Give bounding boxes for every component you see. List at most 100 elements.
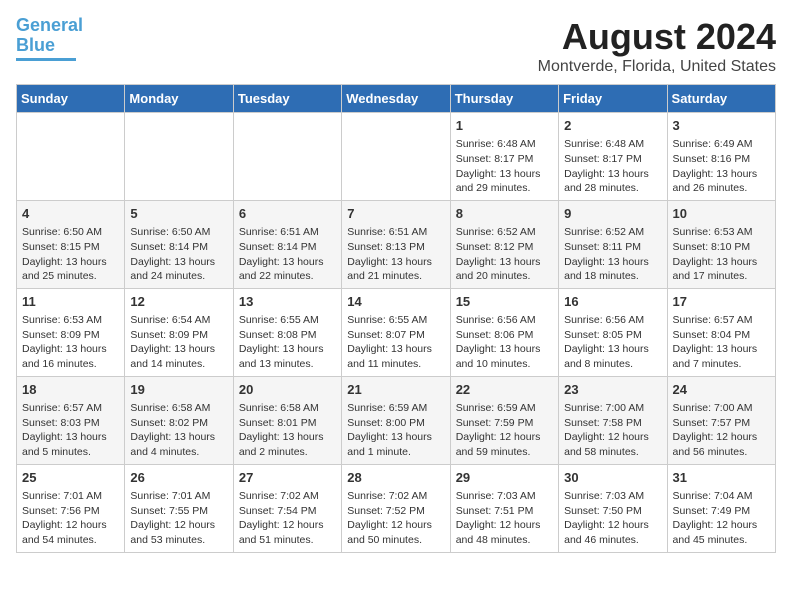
col-header-friday: Friday (559, 85, 667, 113)
day-info: Daylight: 12 hours (564, 430, 661, 445)
day-headers-row: SundayMondayTuesdayWednesdayThursdayFrid… (17, 85, 776, 113)
day-info: Sunset: 8:05 PM (564, 328, 661, 343)
week-row-4: 18 Sunrise: 6:57 AMSunset: 8:03 PM Dayligh… (17, 376, 776, 464)
day-info: Sunrise: 6:58 AM (239, 401, 336, 416)
day-info: Daylight: 13 hours (22, 255, 119, 270)
day-info: and 59 minutes. (456, 445, 553, 460)
col-header-saturday: Saturday (667, 85, 775, 113)
day-number: 11 (22, 293, 119, 311)
day-info: Sunrise: 6:49 AM (673, 137, 770, 152)
day-info: Sunrise: 6:56 AM (564, 313, 661, 328)
calendar-cell: 9Sunrise: 6:52 AMSunset: 8:11 PMDaylight… (559, 200, 667, 288)
logo-underline (16, 58, 76, 61)
day-info: and 56 minutes. (673, 445, 770, 460)
day-info: and 45 minutes. (673, 533, 770, 548)
day-info: Sunset: 8:03 PM (22, 416, 119, 431)
calendar-cell: 28Sunrise: 7:02 AMSunset: 7:52 PMDayligh… (342, 464, 450, 552)
day-number: 7 (347, 205, 444, 223)
day-info: Daylight: 13 hours (239, 255, 336, 270)
day-info: and 10 minutes. (456, 357, 553, 372)
day-info: and 2 minutes. (239, 445, 336, 460)
day-number: 23 (564, 381, 661, 399)
day-info: and 5 minutes. (22, 445, 119, 460)
day-info: and 8 minutes. (564, 357, 661, 372)
day-number: 20 (239, 381, 336, 399)
day-info: Daylight: 13 hours (564, 167, 661, 182)
day-number: 29 (456, 469, 553, 487)
day-number: 27 (239, 469, 336, 487)
day-number: 19 (130, 381, 227, 399)
day-info: and 28 minutes. (564, 181, 661, 196)
day-info: Sunrise: 7:04 AM (673, 489, 770, 504)
week-row-5: 25Sunrise: 7:01 AMSunset: 7:56 PMDayligh… (17, 464, 776, 552)
day-info: Sunrise: 6:53 AM (673, 225, 770, 240)
day-info: Sunrise: 7:00 AM (564, 401, 661, 416)
day-number: 21 (347, 381, 444, 399)
day-info: Sunset: 8:01 PM (239, 416, 336, 431)
day-info: Daylight: 12 hours (673, 430, 770, 445)
day-info: Daylight: 13 hours (130, 255, 227, 270)
header: General Blue August 2024 Montverde, Flor… (16, 16, 776, 76)
page-title: August 2024 (538, 16, 776, 58)
day-info: Daylight: 12 hours (239, 518, 336, 533)
calendar-cell: 1Sunrise: 6:48 AMSunset: 8:17 PMDaylight… (450, 113, 558, 201)
logo-line2: Blue (16, 35, 55, 55)
day-info: Daylight: 12 hours (22, 518, 119, 533)
day-info: Sunrise: 6:50 AM (22, 225, 119, 240)
calendar-cell: 23Sunrise: 7:00 AMSunset: 7:58 PMDayligh… (559, 376, 667, 464)
day-info: Sunset: 8:09 PM (22, 328, 119, 343)
calendar-cell: 18Sunrise: 6:57 AMSunset: 8:03 PMDayligh… (17, 376, 125, 464)
day-number: 18 (22, 381, 119, 399)
day-info: Sunrise: 7:03 AM (564, 489, 661, 504)
day-info: Daylight: 13 hours (456, 342, 553, 357)
day-info: Daylight: 13 hours (673, 342, 770, 357)
day-info: Sunrise: 6:52 AM (456, 225, 553, 240)
calendar-cell: 11Sunrise: 6:53 AMSunset: 8:09 PMDayligh… (17, 288, 125, 376)
day-info: and 17 minutes. (673, 269, 770, 284)
day-info: and 48 minutes. (456, 533, 553, 548)
day-number: 16 (564, 293, 661, 311)
day-info: and 58 minutes. (564, 445, 661, 460)
calendar-cell: 5Sunrise: 6:50 AMSunset: 8:14 PMDaylight… (125, 200, 233, 288)
day-info: Daylight: 13 hours (564, 255, 661, 270)
calendar-cell: 19Sunrise: 6:58 AMSunset: 8:02 PMDayligh… (125, 376, 233, 464)
day-info: Daylight: 13 hours (456, 255, 553, 270)
day-info: and 29 minutes. (456, 181, 553, 196)
day-info: Daylight: 13 hours (130, 430, 227, 445)
day-info: Daylight: 12 hours (456, 518, 553, 533)
calendar-cell: 8Sunrise: 6:52 AMSunset: 8:12 PMDaylight… (450, 200, 558, 288)
day-info: Sunset: 8:02 PM (130, 416, 227, 431)
calendar-cell: 21Sunrise: 6:59 AMSunset: 8:00 PMDayligh… (342, 376, 450, 464)
day-info: and 20 minutes. (456, 269, 553, 284)
day-info: Sunrise: 6:54 AM (130, 313, 227, 328)
day-number: 8 (456, 205, 553, 223)
day-info: Sunrise: 6:51 AM (239, 225, 336, 240)
day-info: Sunrise: 6:48 AM (564, 137, 661, 152)
day-info: Daylight: 13 hours (347, 342, 444, 357)
day-info: Sunrise: 6:59 AM (347, 401, 444, 416)
day-number: 4 (22, 205, 119, 223)
day-number: 2 (564, 117, 661, 135)
day-info: Sunset: 7:55 PM (130, 504, 227, 519)
day-info: Daylight: 12 hours (130, 518, 227, 533)
day-info: Daylight: 13 hours (347, 255, 444, 270)
day-info: and 51 minutes. (239, 533, 336, 548)
day-number: 25 (22, 469, 119, 487)
calendar-table: SundayMondayTuesdayWednesdayThursdayFrid… (16, 84, 776, 553)
day-number: 26 (130, 469, 227, 487)
day-info: Sunset: 8:07 PM (347, 328, 444, 343)
day-info: Sunrise: 6:48 AM (456, 137, 553, 152)
day-number: 5 (130, 205, 227, 223)
day-info: Sunrise: 6:57 AM (22, 401, 119, 416)
title-area: August 2024 Montverde, Florida, United S… (538, 16, 776, 76)
calendar-cell: 3Sunrise: 6:49 AMSunset: 8:16 PMDaylight… (667, 113, 775, 201)
day-info: Sunset: 8:06 PM (456, 328, 553, 343)
day-info: and 7 minutes. (673, 357, 770, 372)
day-info: Sunrise: 6:56 AM (456, 313, 553, 328)
day-info: Sunset: 8:04 PM (673, 328, 770, 343)
day-info: Daylight: 12 hours (564, 518, 661, 533)
day-number: 6 (239, 205, 336, 223)
week-row-1: 1Sunrise: 6:48 AMSunset: 8:17 PMDaylight… (17, 113, 776, 201)
calendar-cell: 10Sunrise: 6:53 AMSunset: 8:10 PMDayligh… (667, 200, 775, 288)
day-number: 24 (673, 381, 770, 399)
